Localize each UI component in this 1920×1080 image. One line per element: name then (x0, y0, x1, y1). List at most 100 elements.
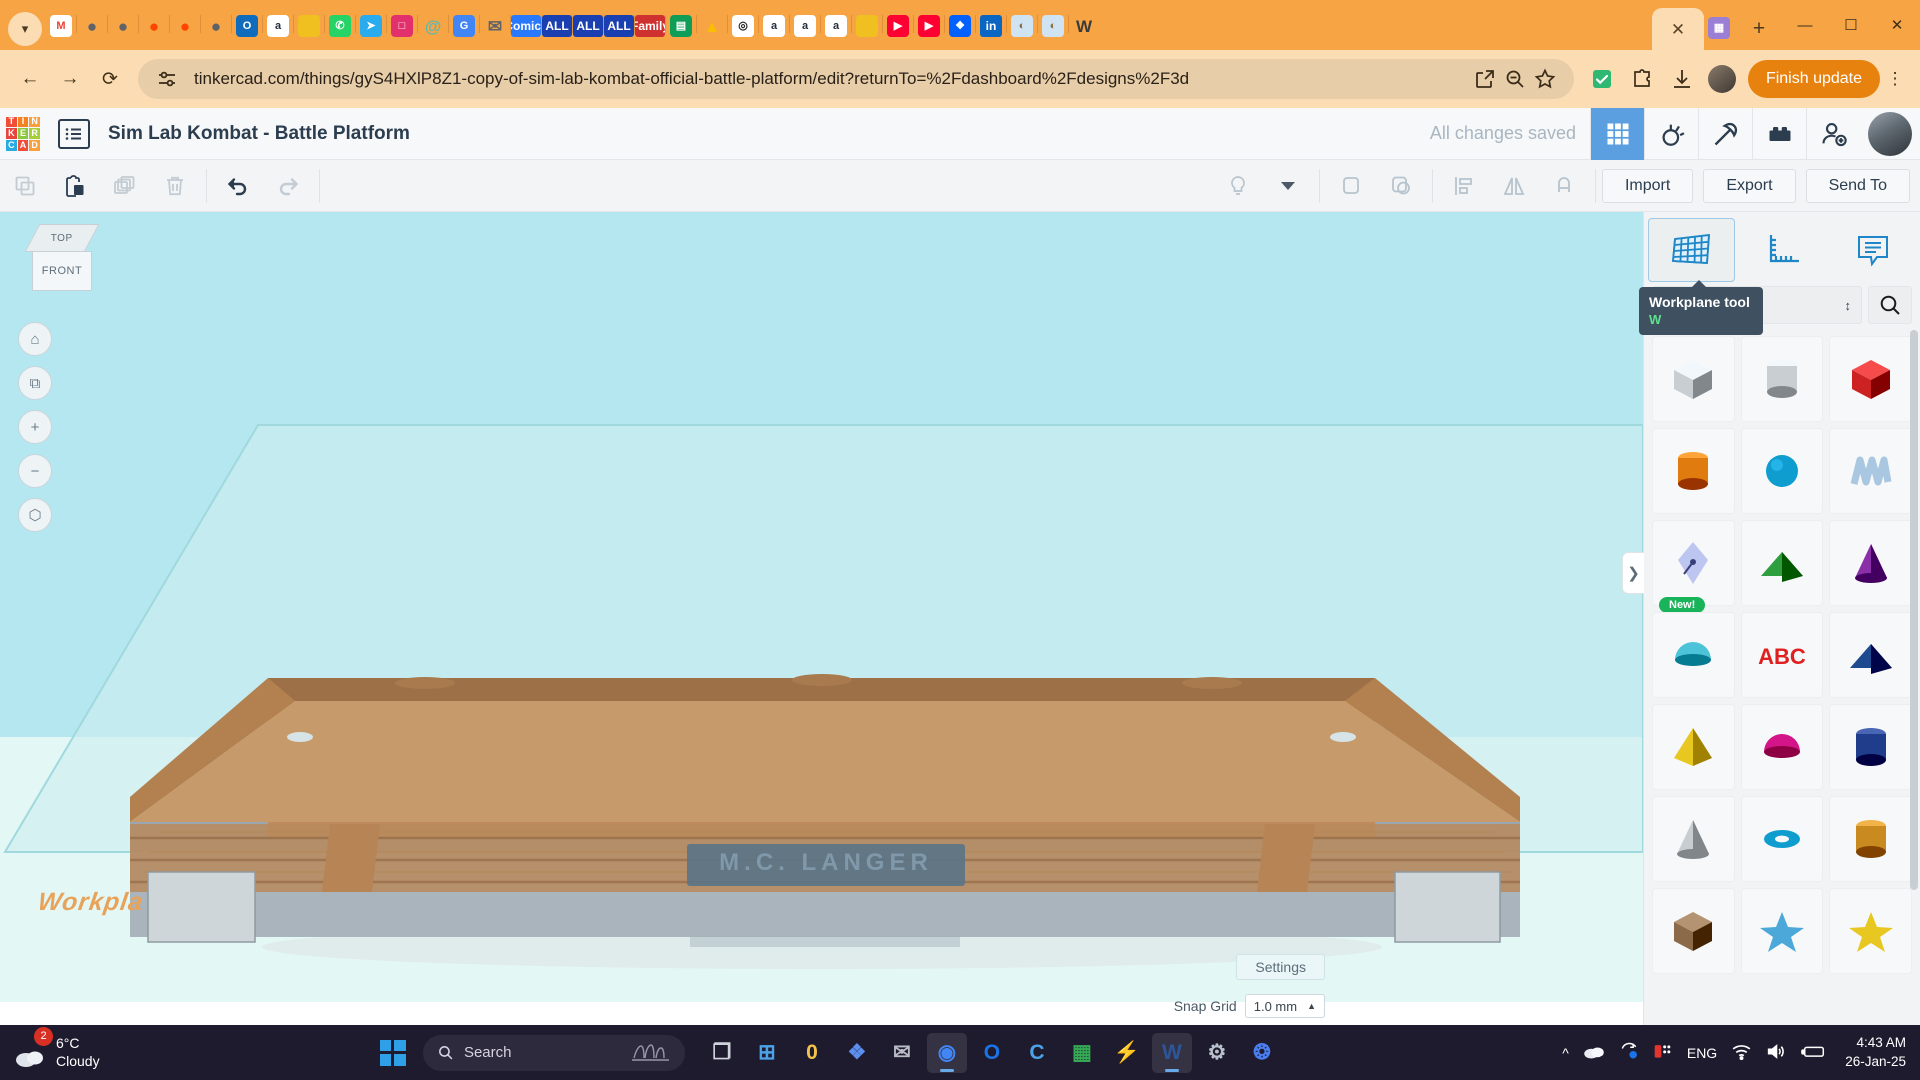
wifi-icon[interactable] (1731, 1043, 1752, 1063)
shape-box[interactable] (1829, 336, 1912, 422)
workplane-tab[interactable] (1648, 218, 1735, 282)
task-check-icon[interactable] (1582, 59, 1622, 99)
pinned-tab-amazon-4[interactable]: a (821, 8, 851, 44)
battery-icon[interactable] (1801, 1044, 1827, 1062)
taskbar-app-thunderbird[interactable]: ✉ (882, 1033, 922, 1073)
send-to-button[interactable]: Send To (1806, 169, 1910, 203)
taskbar-app-google-chrome[interactable]: ◉ (927, 1033, 967, 1073)
pinned-tab-amazon-1[interactable]: a (263, 8, 293, 44)
shape-cone-grey[interactable] (1652, 796, 1735, 882)
pinned-tab-globe-1[interactable]: ● (77, 8, 107, 44)
redo-icon[interactable] (263, 160, 313, 212)
red-app-icon[interactable] (1653, 1042, 1673, 1063)
taskbar-app-settings[interactable]: ⚙ (1197, 1033, 1237, 1073)
pinned-tab-telegram[interactable]: ➤ (356, 8, 386, 44)
shape-scribble[interactable] (1829, 428, 1912, 514)
shape-pyramid[interactable] (1652, 704, 1735, 790)
browser-menu-icon[interactable]: ⋮ (1880, 59, 1910, 99)
pinned-tab-reddit-1[interactable]: ● (139, 8, 169, 44)
extensions-puzzle-icon[interactable] (1622, 59, 1662, 99)
note-tab[interactable] (1829, 218, 1916, 282)
forward-button[interactable]: → (50, 59, 90, 99)
gallery-list-icon[interactable] (58, 119, 90, 149)
settings-button[interactable]: Settings (1236, 954, 1325, 980)
pinned-tab-all-comics-1[interactable]: ALL (542, 8, 572, 44)
reload-button[interactable]: ⟳ (90, 59, 130, 99)
active-tab[interactable]: ✕ (1652, 8, 1704, 50)
pinned-tab-all-comics-2[interactable]: ALL (573, 8, 603, 44)
maximize-icon[interactable]: ☐ (1828, 6, 1874, 44)
align-icon[interactable] (1439, 160, 1489, 212)
pinned-tab-threads[interactable]: @ (418, 8, 448, 44)
taskbar-app-word[interactable]: W (1152, 1033, 1192, 1073)
shape-sphere[interactable] (1741, 428, 1824, 514)
show-hidden-icons[interactable]: ^ (1562, 1045, 1569, 1061)
shape-paraboloid[interactable] (1652, 612, 1735, 698)
fit-to-view-icon[interactable]: ⧉ (18, 366, 52, 400)
light-bulb-icon[interactable] (1213, 160, 1263, 212)
taskbar-app-copilot[interactable]: C (1017, 1033, 1057, 1073)
pinned-tab-openai[interactable]: ◎ (728, 8, 758, 44)
magnet-workplane-icon[interactable] (1539, 160, 1589, 212)
pinned-tab-note-yellow-2[interactable] (852, 8, 882, 44)
home-view-icon[interactable]: ⌂ (18, 322, 52, 356)
delete-trash-icon[interactable] (150, 160, 200, 212)
sync-icon[interactable] (1619, 1041, 1639, 1064)
lego-brick-icon[interactable] (1752, 108, 1806, 160)
pinned-tab-photo-2[interactable]: ◐ (1038, 8, 1068, 44)
pickaxe-minecraft-icon[interactable] (1698, 108, 1752, 160)
taskbar-app-task-view[interactable]: ❐ (702, 1033, 742, 1073)
taskbar-app-teams[interactable]: ❖ (837, 1033, 877, 1073)
taskbar-app-microsoft-store[interactable]: ⊞ (747, 1033, 787, 1073)
undo-icon[interactable] (213, 160, 263, 212)
chevron-down-icon[interactable] (1263, 160, 1313, 212)
pinned-tab-linkedin[interactable]: in (976, 8, 1006, 44)
share-icon[interactable] (1470, 64, 1500, 94)
import-button[interactable]: Import (1602, 169, 1693, 203)
view-cube[interactable]: TOP FRONT (22, 224, 98, 298)
caret-up-icon[interactable]: ▲ (1307, 1001, 1316, 1011)
pinned-tab-all-comics-3[interactable]: ALL (604, 8, 634, 44)
shape-shape-generator[interactable]: New! (1652, 520, 1735, 606)
shape-cylinder-hole[interactable] (1741, 336, 1824, 422)
pinned-tab-family[interactable]: Family (635, 8, 665, 44)
tab-search-button[interactable]: ▾ (8, 12, 42, 46)
user-avatar[interactable] (1868, 112, 1912, 156)
shape-roof[interactable] (1741, 520, 1824, 606)
3d-workspace-canvas[interactable]: M.C. LANGER TOP FRONT ⌂ ⧉ + − ⬡ Workpla Sett… (0, 212, 1643, 1040)
shape-cylinder[interactable] (1652, 428, 1735, 514)
copilot-doodle-icon[interactable] (631, 1040, 671, 1066)
shape-tube[interactable] (1829, 704, 1912, 790)
zoom-out-icon[interactable]: − (18, 454, 52, 488)
view-cube-top[interactable]: TOP (25, 224, 100, 252)
weather-widget[interactable]: 2 6°C Cloudy (14, 1035, 100, 1070)
copy-icon[interactable] (0, 160, 50, 212)
pinned-tab-reddit-2[interactable]: ● (170, 8, 200, 44)
pinned-tab-amazon-2[interactable]: a (759, 8, 789, 44)
bookmark-star-icon[interactable] (1530, 64, 1560, 94)
new-tab-button[interactable]: + (1742, 12, 1776, 46)
close-icon[interactable]: ✕ (1671, 21, 1685, 38)
start-button[interactable] (380, 1040, 406, 1066)
shape-box-hole[interactable] (1652, 336, 1735, 422)
address-bar[interactable]: tinkercad.com/things/gyS4HXlP8Z1-copy-of… (138, 59, 1574, 99)
volume-icon[interactable] (1766, 1043, 1787, 1063)
pinned-tab-amazon-3[interactable]: a (790, 8, 820, 44)
shape-tube-bronze[interactable] (1829, 796, 1912, 882)
taskbar-app-power-automate[interactable]: ⚡ (1107, 1033, 1147, 1073)
duplicate-icon[interactable] (100, 160, 150, 212)
shape-half-sphere[interactable] (1741, 704, 1824, 790)
pinned-tab-comics[interactable]: Comics (511, 8, 541, 44)
collapse-panel-button[interactable]: ❯ (1622, 552, 1644, 594)
grid-tab[interactable]: ▦ (1704, 10, 1734, 46)
minimize-icon[interactable]: — (1782, 6, 1828, 44)
search-button[interactable] (1868, 286, 1912, 324)
pinned-tab-globe-3[interactable]: ● (201, 8, 231, 44)
finish-update-button[interactable]: Finish update (1748, 60, 1880, 98)
codeblocks-icon[interactable] (1644, 108, 1698, 160)
ungroup-icon[interactable] (1376, 160, 1426, 212)
shape-torus[interactable] (1741, 796, 1824, 882)
pinned-tab-notes-yellow[interactable] (294, 8, 324, 44)
pinned-tab-dropbox[interactable]: ❖ (945, 8, 975, 44)
clock[interactable]: 4:43 AM 26-Jan-25 (1845, 1034, 1906, 1070)
